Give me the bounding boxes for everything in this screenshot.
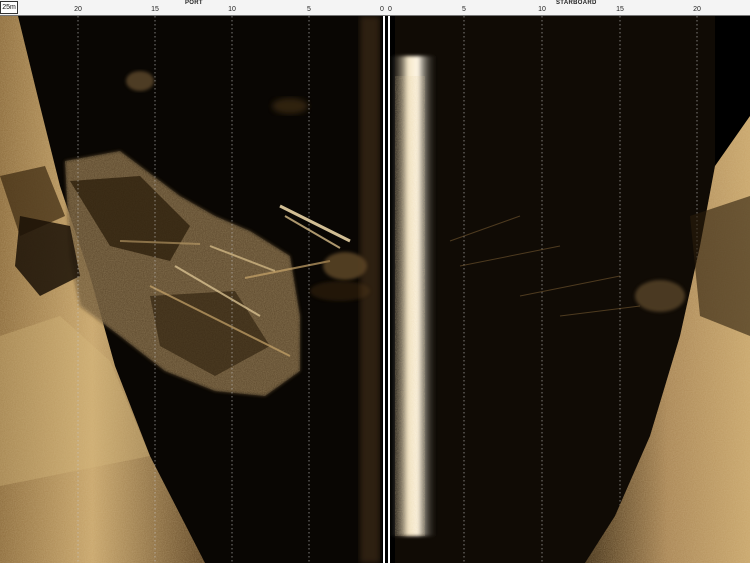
starboard-tick-10: 10 [538, 6, 546, 13]
range-scale-bar: 25m PORT STARBOARD 20 15 10 5 0 0 5 10 1… [0, 0, 750, 16]
starboard-tick-20: 20 [693, 6, 701, 13]
sidescan-sonar-image [0, 16, 750, 563]
range-indicator: 25m [0, 1, 18, 14]
starboard-tick-15: 15 [616, 6, 624, 13]
port-tick-5: 5 [307, 6, 311, 13]
port-tick-15: 15 [151, 6, 159, 13]
port-label: PORT [185, 0, 203, 6]
starboard-label: STARBOARD [556, 0, 597, 6]
port-tick-10: 10 [228, 6, 236, 13]
port-tick-0: 0 [380, 6, 384, 13]
nadir-return [360, 16, 438, 563]
port-tick-20: 20 [74, 6, 82, 13]
starboard-tick-0: 0 [388, 6, 392, 13]
starboard-tick-5: 5 [462, 6, 466, 13]
nadir-center-line [383, 16, 390, 563]
